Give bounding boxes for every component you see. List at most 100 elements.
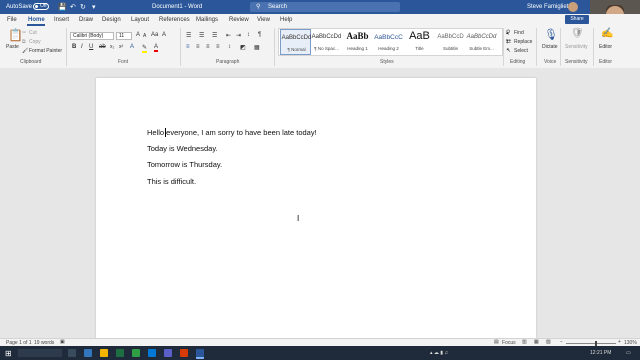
style-subtle-emphasis[interactable]: AaBbCcDd Subtle Em... [466,29,497,55]
paragraph[interactable]: Hello everyone, I am sorry to have been … [147,128,317,137]
tab-home[interactable]: Home [28,17,45,23]
read-mode-icon[interactable]: ▥ [522,339,527,345]
underline-icon[interactable]: U [89,44,93,50]
style-title[interactable]: AaB Title [404,29,435,55]
search-box[interactable]: ⚲ Search [250,2,400,12]
clock[interactable]: 12:21 PM [590,350,611,356]
align-center-icon[interactable]: ≡ [196,44,200,50]
print-layout-icon[interactable]: ▦ [534,339,539,345]
tab-mailings[interactable]: Mailings [196,17,218,23]
dictate-label[interactable]: Dictate [542,44,558,50]
style-subtitle[interactable]: AaBbCcD Subtitle [435,29,466,55]
task-view-icon[interactable] [68,349,76,357]
strikethrough-icon[interactable]: ab [99,44,106,50]
paragraph[interactable]: This is difficult. [147,177,196,186]
decrease-indent-icon[interactable]: ⇤ [226,32,231,39]
change-case-icon[interactable]: Aa [151,32,158,38]
user-name[interactable]: Steve Famiglietti [527,4,571,10]
font-name-select[interactable]: Calibri (Body) [70,32,114,40]
italic-icon[interactable]: I [81,44,83,50]
grow-font-icon[interactable]: A [136,32,140,38]
autosave-toggle[interactable]: Off [33,3,49,10]
zoom-out-icon[interactable]: − [560,339,563,345]
focus-icon[interactable]: ▤ [494,339,499,345]
teams-icon[interactable] [164,349,172,357]
file-explorer-icon[interactable] [100,349,108,357]
taskbar-search[interactable] [18,349,62,357]
replace-icon[interactable]: ⇄ [506,38,511,45]
font-color-icon[interactable]: A [154,44,159,52]
style-normal[interactable]: AaBbCcDd ¶ Normal [280,29,311,55]
sensitivity-label[interactable]: Sensitivity [565,44,588,50]
format-painter-icon[interactable]: 🖌 [22,48,28,54]
outlook-icon[interactable] [148,349,156,357]
app-icon[interactable] [132,349,140,357]
sensitivity-icon[interactable]: 🛡 [571,28,584,39]
editor-icon[interactable]: ✍ [601,28,613,39]
copy-icon[interactable]: ⧉ [22,39,26,45]
align-right-icon[interactable]: ≡ [206,44,210,50]
multilevel-list-icon[interactable]: ☰ [212,32,217,39]
cut-icon[interactable]: ✂ [22,30,26,36]
highlight-icon[interactable]: ✎ [142,44,148,53]
style-no-spacing[interactable]: AaBbCcDd ¶ No Spac... [311,29,342,55]
tab-references[interactable]: References [159,17,190,23]
find-label[interactable]: Find [514,30,524,36]
tray-icons[interactable]: ▴ ☁ ▮ ♫ [430,350,448,356]
borders-icon[interactable]: ▦ [254,44,260,51]
style-heading-1[interactable]: AaBb Heading 1 [342,29,373,55]
paste-icon[interactable]: 📋 [8,28,23,42]
tab-insert[interactable]: Insert [54,17,69,23]
replace-label[interactable]: Replace [514,39,532,45]
increase-indent-icon[interactable]: ⇥ [236,32,241,39]
tab-review[interactable]: Review [229,17,249,23]
share-button[interactable]: Share [565,15,589,24]
find-icon[interactable]: ⚲ [506,29,510,36]
style-heading-2[interactable]: AaBbCcC Heading 2 [373,29,404,55]
select-label[interactable]: Select [514,48,528,54]
tab-file[interactable]: File [7,17,17,23]
copy-label[interactable]: Copy [29,39,41,45]
tab-draw[interactable]: Draw [79,17,93,23]
shading-icon[interactable]: ◩ [240,44,246,51]
cut-label[interactable]: Cut [29,30,37,36]
tab-design[interactable]: Design [102,17,121,23]
show-formatting-icon[interactable]: ¶ [258,32,261,38]
sort-icon[interactable]: ↕ [247,32,250,38]
editor-label[interactable]: Editor [599,44,612,50]
notifications-icon[interactable]: ▭ [626,350,631,356]
shrink-font-icon[interactable]: A [143,33,146,39]
subscript-icon[interactable]: x₂ [110,44,114,50]
proofing-icon[interactable]: ▣ [60,339,65,345]
microphone-icon[interactable]: 🎙 [544,28,558,41]
bold-icon[interactable]: B [72,44,76,50]
clear-formatting-icon[interactable]: A [162,32,166,38]
tab-layout[interactable]: Layout [131,17,149,23]
numbering-icon[interactable]: ☰ [199,32,204,39]
web-layout-icon[interactable]: ▧ [546,339,551,345]
redo-icon[interactable]: ↻ [80,3,86,11]
text-effects-icon[interactable]: A [130,44,134,50]
undo-icon[interactable]: ↶ [70,3,76,11]
paragraph[interactable]: Tomorrow is Thursday. [147,160,222,169]
select-icon[interactable]: ↖ [506,47,511,54]
justify-icon[interactable]: ≡ [216,44,220,50]
paragraph[interactable]: Today is Wednesday. [147,144,218,153]
avatar[interactable] [568,2,578,12]
line-spacing-icon[interactable]: ↕ [228,44,231,50]
format-painter-label[interactable]: Format Painter [29,48,62,54]
align-left-icon[interactable]: ≡ [186,44,190,50]
edge-icon[interactable] [84,349,92,357]
customize-toolbar-icon[interactable]: ▾ [92,3,96,11]
save-icon[interactable]: 💾 [58,3,67,11]
font-size-select[interactable]: 11 [116,32,132,40]
tab-help[interactable]: Help [280,17,292,23]
excel-icon[interactable] [116,349,124,357]
powerpoint-icon[interactable] [180,349,188,357]
bullets-icon[interactable]: ☰ [186,32,191,39]
windows-start-icon[interactable]: ⊞ [5,349,13,358]
paste-label[interactable]: Paste [6,44,19,50]
superscript-icon[interactable]: x² [119,44,123,50]
zoom-in-icon[interactable]: + [618,339,621,345]
zoom-slider[interactable] [566,343,616,344]
